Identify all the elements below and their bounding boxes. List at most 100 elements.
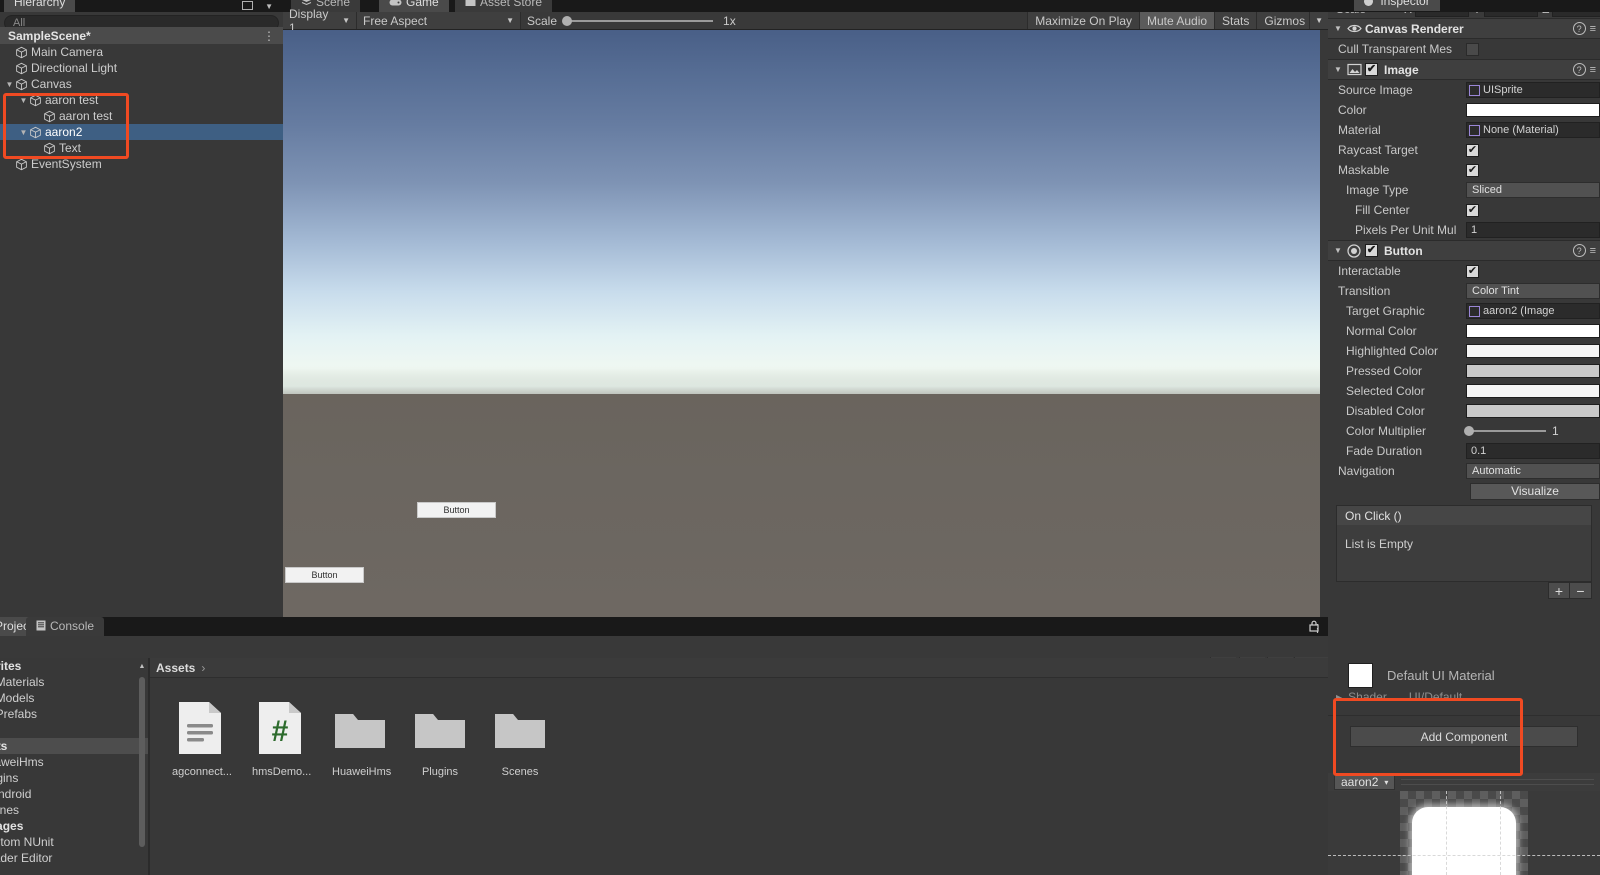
normal-color-color-swatch[interactable] <box>1466 324 1600 338</box>
scale-slider-knob[interactable] <box>562 15 573 26</box>
component-menu-icon[interactable]: ≡ <box>1590 245 1596 257</box>
tab-console[interactable]: Console <box>26 617 105 636</box>
disclosure-triangle-icon[interactable]: ▼ <box>4 80 15 89</box>
asset-item[interactable]: agconnect... <box>172 696 232 778</box>
help-icon[interactable]: ? <box>1572 22 1586 35</box>
breadcrumb-root[interactable]: Assets <box>156 661 195 675</box>
disabled-color-color-swatch[interactable] <box>1466 404 1600 418</box>
asset-item[interactable]: # hmsDemo... <box>252 696 311 778</box>
hierarchy-item-aaron-test[interactable]: aaron test <box>0 108 283 124</box>
disclosure-triangle-icon[interactable]: ▼ <box>18 128 29 137</box>
maximize-on-play-button[interactable]: Maximize On Play <box>1027 12 1139 29</box>
tab-asset-store[interactable]: Asset Store <box>455 0 553 12</box>
material-row[interactable]: Default UI Material <box>1328 662 1600 688</box>
raycast-target-checkbox[interactable]: ✔ <box>1466 143 1479 157</box>
gizmos-button[interactable]: Gizmos <box>1256 12 1310 29</box>
color-multiplier-slider-knob[interactable] <box>1464 426 1474 436</box>
tab-inspector[interactable]: Inspector <box>1354 0 1440 11</box>
hierarchy-item-canvas[interactable]: ▼ Canvas <box>0 76 283 92</box>
remove-event-button[interactable]: − <box>1570 582 1592 599</box>
scrollbar-thumb[interactable] <box>139 677 145 847</box>
hierarchy-item-eventsystem[interactable]: EventSystem <box>0 156 283 172</box>
component-fold-icon[interactable]: ▼ <box>1334 24 1346 33</box>
tab-game[interactable]: Game <box>379 0 449 12</box>
target-graphic-object-field[interactable]: aaron2 (Image <box>1466 303 1600 319</box>
project-tree-item-favorites[interactable]: Favorites <box>0 658 148 674</box>
hierarchy-lock-icon[interactable] <box>242 1 253 10</box>
component-menu-icon[interactable]: ≡ <box>1590 64 1596 76</box>
button-enable-checkbox[interactable]: ✔ <box>1365 244 1378 257</box>
hierarchy-item-aaron-test[interactable]: ▼ aaron test <box>0 92 283 108</box>
fade-duration-number-field[interactable]: 0.1 <box>1466 443 1600 459</box>
project-tree-item-scenes[interactable]: Scenes <box>0 802 148 818</box>
scale-slider-group[interactable]: Scale 1x <box>521 14 742 28</box>
interactable-checkbox[interactable]: ✔ <box>1466 264 1479 278</box>
add-event-button[interactable]: + <box>1548 582 1570 599</box>
scale-slider-track[interactable] <box>562 15 714 26</box>
project-tree-item-shader-editor[interactable]: Shader Editor <box>0 850 148 866</box>
hierarchy-menu-icon[interactable]: ▼ <box>265 2 273 11</box>
game-render-canvas[interactable]: Button Button <box>283 30 1320 617</box>
navigation-dropdown[interactable]: Automatic <box>1466 463 1600 479</box>
project-tree-item-huaweihms[interactable]: HuaweiHms <box>0 754 148 770</box>
project-tree-item-all-prefabs[interactable]: All Prefabs <box>0 706 148 722</box>
material-object-field[interactable]: None (Material) <box>1466 122 1600 138</box>
preview-drag-rule[interactable] <box>1401 779 1594 785</box>
mute-audio-button[interactable]: Mute Audio <box>1139 12 1215 29</box>
gizmos-dropdown[interactable]: ▼ <box>1309 12 1328 29</box>
scene-kebab-icon[interactable]: ⋮ <box>263 29 275 43</box>
source-image-object-field[interactable]: UISprite <box>1466 82 1600 98</box>
project-kebab-icon[interactable]: ⋮ <box>1312 622 1323 635</box>
asset-item[interactable]: HuaweiHms <box>332 696 391 778</box>
image-type-dropdown[interactable]: Sliced <box>1466 182 1600 198</box>
expand-arrow-icon[interactable]: ▶ <box>1336 693 1342 702</box>
image-enable-checkbox[interactable]: ✔ <box>1365 63 1378 76</box>
color-multiplier-slider-track[interactable] <box>1464 426 1546 436</box>
aspect-dropdown[interactable]: Free Aspect ▼ <box>357 12 521 29</box>
visualize-button[interactable]: Visualize <box>1470 482 1600 500</box>
fill-center-checkbox[interactable]: ✔ <box>1466 203 1479 217</box>
scene-row[interactable]: SampleScene* ⋮ <box>0 27 283 44</box>
project-tree-item-android[interactable]: Android <box>0 786 148 802</box>
component-menu-icon[interactable]: ≡ <box>1590 23 1596 35</box>
help-icon[interactable]: ? <box>1572 63 1586 76</box>
scroll-up-arrow-icon[interactable]: ▲ <box>138 663 146 670</box>
shader-row[interactable]: ▶ Shader UI/Default <box>1328 688 1600 706</box>
add-component-button[interactable]: Add Component <box>1350 726 1578 747</box>
pixels-per-unit-mul-number-field[interactable]: 1 <box>1466 222 1600 238</box>
preview-object-dropdown[interactable]: aaron2 ▾ <box>1334 774 1396 790</box>
maskable-checkbox[interactable]: ✔ <box>1466 163 1479 177</box>
project-tree-item-all-models[interactable]: All Models <box>0 690 148 706</box>
game-ui-button-1[interactable]: Button <box>417 502 496 518</box>
project-tree-item-plugins[interactable]: Plugins <box>0 770 148 786</box>
project-tree-item-all-materials[interactable]: All Materials <box>0 674 148 690</box>
hierarchy-item-aaron2[interactable]: ▼ aaron2 <box>0 124 283 140</box>
transition-dropdown[interactable]: Color Tint <box>1466 283 1600 299</box>
hierarchy-item-text[interactable]: Text <box>0 140 283 156</box>
display-dropdown[interactable]: Display 1 ▼ <box>283 7 357 35</box>
project-tree-scrollbar[interactable]: ▲ <box>138 663 146 853</box>
component-header-canvas-renderer[interactable]: ▼ Canvas Renderer? ≡ <box>1328 18 1600 39</box>
color-multiplier-slider[interactable]: 1 <box>1464 424 1600 438</box>
hierarchy-item-directional-light[interactable]: Directional Light <box>0 60 283 76</box>
project-tree-item-custom-nunit[interactable]: Custom NUnit <box>0 834 148 850</box>
cull-transparent-mes-checkbox[interactable] <box>1466 42 1479 56</box>
tab-hierarchy[interactable]: Hierarchy <box>4 0 76 12</box>
game-ui-button-2[interactable]: Button <box>285 567 364 583</box>
pressed-color-color-swatch[interactable] <box>1466 364 1600 378</box>
disclosure-triangle-icon[interactable]: ▼ <box>18 96 29 105</box>
selected-color-color-swatch[interactable] <box>1466 384 1600 398</box>
asset-item[interactable]: Scenes <box>492 696 548 778</box>
project-tree-item-packages[interactable]: Packages <box>0 818 148 834</box>
color-color-swatch[interactable] <box>1466 103 1600 117</box>
asset-item[interactable]: Plugins <box>412 696 468 778</box>
project-tree-item-assets[interactable]: Assets <box>0 738 148 754</box>
component-fold-icon[interactable]: ▼ <box>1334 246 1346 255</box>
help-icon[interactable]: ? <box>1572 244 1586 257</box>
hierarchy-item-main-camera[interactable]: Main Camera <box>0 44 283 60</box>
component-header-button[interactable]: ▼ ✔ Button? ≡ <box>1328 240 1600 261</box>
stats-button[interactable]: Stats <box>1214 12 1257 29</box>
component-header-image[interactable]: ▼ ✔ Image? ≡ <box>1328 59 1600 80</box>
component-fold-icon[interactable]: ▼ <box>1334 65 1346 74</box>
highlighted-color-color-swatch[interactable] <box>1466 344 1600 358</box>
